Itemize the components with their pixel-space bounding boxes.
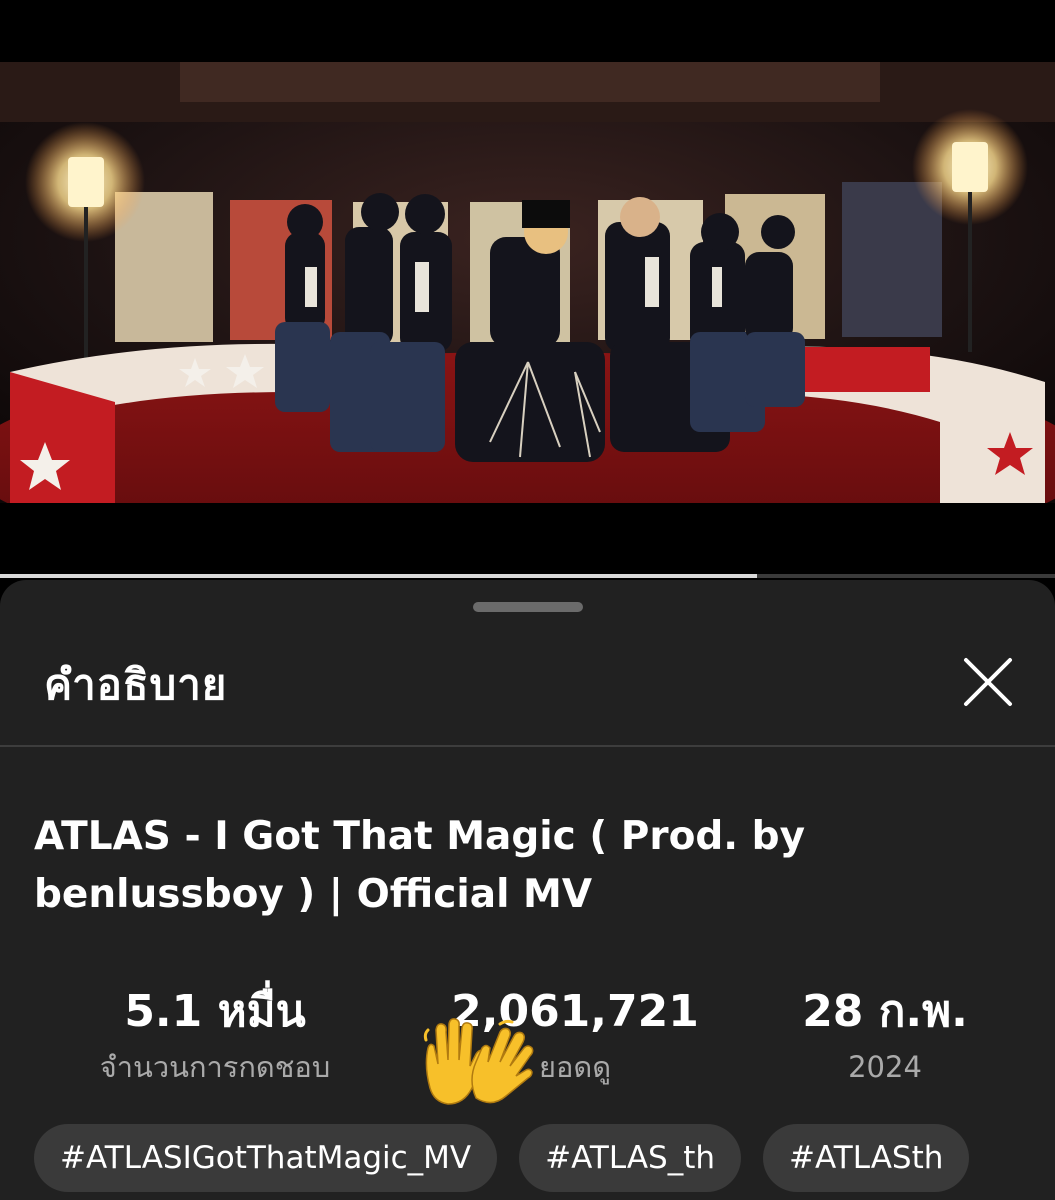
description-sheet: คำอธิบาย ATLAS - I Got That Magic ( Prod… bbox=[0, 580, 1055, 1200]
likes-value: 5.1 หมื่น bbox=[124, 986, 306, 1037]
hashtag-chip[interactable]: #ATLASth bbox=[763, 1124, 970, 1192]
video-title: ATLAS - I Got That Magic ( Prod. by benl… bbox=[34, 814, 806, 917]
sheet-drag-handle[interactable] bbox=[473, 602, 583, 612]
date-stat: 28 ก.พ. 2024 bbox=[760, 982, 1010, 1092]
hashtag-chip[interactable]: #ATLASIGotThatMagic_MV bbox=[34, 1124, 498, 1192]
date-label: 2024 bbox=[848, 1050, 922, 1084]
likes-stat: 5.1 หมื่น จำนวนการกดชอบ bbox=[50, 982, 380, 1092]
close-icon bbox=[964, 658, 1012, 706]
app-root: คำอธิบาย ATLAS - I Got That Magic ( Prod… bbox=[0, 0, 1055, 1200]
video-player[interactable] bbox=[0, 0, 1055, 578]
sheet-title: คำอธิบาย bbox=[44, 660, 228, 709]
sheet-divider bbox=[0, 745, 1055, 747]
date-value: 28 ก.พ. bbox=[802, 986, 968, 1037]
video-frame[interactable] bbox=[0, 62, 1055, 503]
video-progress-fill bbox=[0, 574, 758, 578]
hashtag-list: #ATLASIGotThatMagic_MV #ATLAS_th #ATLASth bbox=[34, 1124, 970, 1192]
close-button[interactable] bbox=[956, 650, 1020, 714]
waving-hands-emoji-icon bbox=[423, 1018, 534, 1105]
video-thumbnail-image bbox=[0, 62, 1055, 503]
likes-label: จำนวนการกดชอบ bbox=[99, 1050, 331, 1084]
hashtag-chip[interactable]: #ATLAS_th bbox=[519, 1124, 742, 1192]
video-progress-bar[interactable] bbox=[0, 574, 1055, 578]
